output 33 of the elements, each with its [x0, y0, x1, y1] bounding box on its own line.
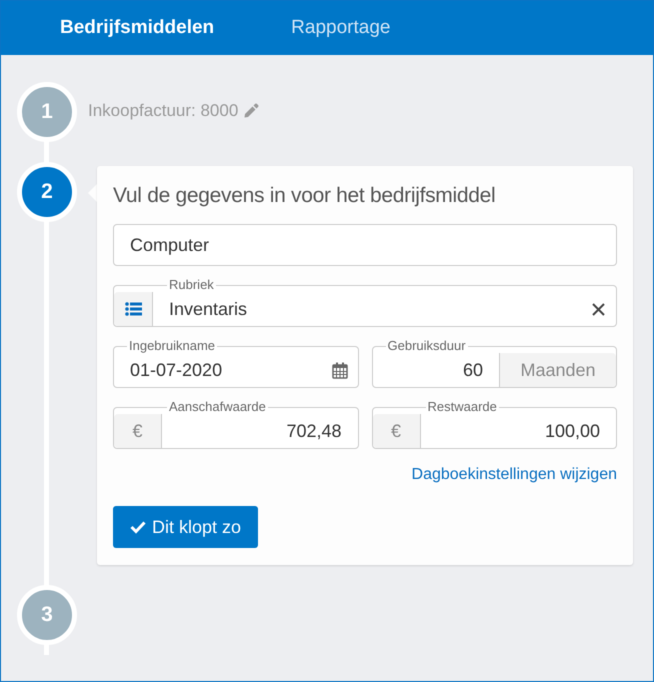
field-value: 60 — [462, 360, 483, 380]
field-label: Restwaarde — [426, 400, 498, 414]
field-label: Gebruiksduur — [386, 339, 467, 353]
select-field[interactable]: Rubriek Inventaris — [113, 278, 617, 327]
step-number: 1 — [17, 82, 77, 142]
currency-symbol: € — [114, 414, 162, 448]
card-title: Vul de gegevens in voor het bedrijfsmiddel — [113, 184, 496, 208]
field-label: Aanschafwaarde — [168, 400, 267, 414]
nav-tab[interactable]: Rapportage — [291, 17, 390, 39]
field-label: Rubriek — [168, 278, 215, 292]
number-field[interactable]: Gebruiksduur 60 Maanden — [372, 339, 617, 388]
confirm-button[interactable]: Dit klopt zo — [113, 506, 258, 548]
close-icon[interactable] — [591, 302, 606, 316]
amount-field[interactable]: Aanschafwaarde € 702,48 — [113, 400, 358, 449]
currency-symbol: € — [372, 414, 420, 448]
calendar-icon[interactable] — [332, 362, 348, 378]
unit-addon: Maanden — [499, 353, 616, 387]
step-summary: Inkoopfactuur: 8000 — [88, 101, 238, 121]
field-label: Ingebruikname — [128, 339, 216, 353]
field-value: 100,00 — [544, 420, 600, 442]
text-field[interactable]: Computer — [113, 224, 617, 266]
field-value: 702,48 — [286, 420, 342, 442]
step-number: 3 — [17, 585, 77, 645]
settings-link[interactable]: Dagboekinstellingen wijzigen — [412, 466, 617, 484]
check-icon — [130, 519, 146, 535]
step-number: 2 — [17, 162, 77, 222]
amount-field[interactable]: Restwaarde € 100,00 — [372, 400, 617, 449]
field-value: Inventaris — [169, 298, 248, 320]
nav-tab[interactable]: Bedrijfsmiddelen — [60, 17, 214, 39]
date-field[interactable]: Ingebruikname 01-07-2020 — [113, 339, 358, 388]
field-value: 01-07-2020 — [130, 360, 222, 380]
field-value: Computer — [130, 234, 210, 256]
list-icon[interactable] — [124, 301, 142, 317]
